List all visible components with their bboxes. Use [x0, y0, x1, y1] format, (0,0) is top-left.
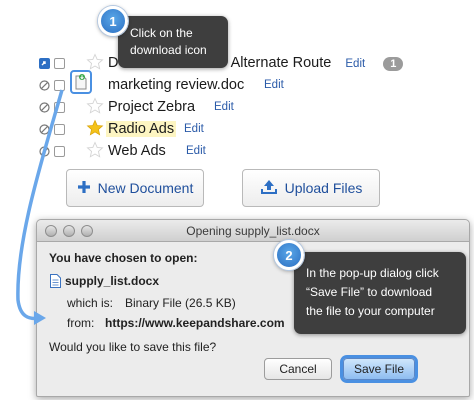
step2-text-line: “Save File” to download: [306, 285, 433, 299]
step1-text-line: Click on the: [130, 26, 193, 40]
step1-number-badge: 1: [98, 6, 128, 36]
step2-number-badge: 2: [274, 240, 304, 270]
step2-text-line: In the pop-up dialog click: [306, 266, 439, 280]
step1-callout: Click on the download icon: [118, 16, 228, 68]
step1-text-line: download icon: [130, 43, 207, 57]
pointer-arrow: [16, 89, 64, 325]
step2-callout: In the pop-up dialog click “Save File” t…: [294, 252, 466, 334]
step2-text-line: the file to your computer: [306, 304, 435, 318]
